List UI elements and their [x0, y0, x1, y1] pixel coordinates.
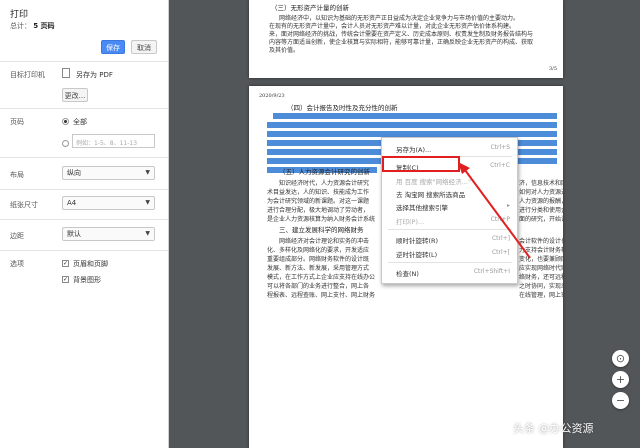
divider [0, 61, 168, 62]
page1-page-number: 3/5 [549, 66, 558, 72]
print-settings-panel: 打印 总计： 5 页码 保存 取消 目标打印机 另存为 PDF 更改... 页码… [0, 0, 169, 448]
margins-select[interactable]: 默认 ▼ [62, 227, 155, 241]
menu-item-label: 检查(N) [396, 270, 419, 278]
save-button[interactable]: 保存 [101, 40, 125, 54]
menu-item-label: 打印(P)... [396, 218, 425, 226]
page2-line: 化、多样化及网络化的要求，开发适应 [267, 247, 370, 254]
layout-value: 纵向 [67, 169, 81, 177]
menu-item-label: 另存为(A)... [396, 146, 432, 154]
chevron-down-icon: ▼ [145, 199, 150, 206]
headers-footers-label: 页眉和页脚 [73, 260, 108, 268]
layout-select[interactable]: 纵向 ▼ [62, 166, 155, 180]
background-graphics-label: 背景图形 [73, 276, 101, 284]
total-label: 总计： [10, 22, 31, 30]
page2-line: 程报表、远程查账、网上支付、网上财务 [267, 292, 376, 299]
page2-line: 重要组成部分。网络财务软件的设计既 [267, 256, 370, 263]
preview-page-1: （三）无形资产计量的创新 网络经济中，以知识为基础的无形资产正日益成为决定企业竞… [249, 0, 563, 78]
change-destination-button[interactable]: 更改... [62, 88, 88, 102]
options-label: 选项 [10, 260, 24, 268]
divider [0, 219, 168, 220]
fit-page-icon[interactable]: ⊙ [612, 350, 629, 367]
page2-line: 是企业人力资源核算为纳入财务会计系统 [267, 216, 376, 223]
zoom-in-icon[interactable]: + [612, 371, 629, 388]
chevron-down-icon: ▼ [145, 169, 150, 176]
paper-size-label: 纸张尺寸 [10, 201, 38, 209]
page2-line: 术目益发达，人的知识、技能成为工作 [267, 189, 370, 196]
pages-range-placeholder: 例如：1-5、8、11-13 [76, 140, 138, 147]
page2-line: 发展、新方法、新发展，采用管理方式 [267, 265, 370, 272]
margins-value: 默认 [67, 230, 81, 238]
page2-line-right: 之时协同，实现动态会计核算、实 [519, 283, 563, 290]
divider [0, 108, 168, 109]
dialog-title: 打印 [10, 10, 29, 20]
page2-line: 网络经济对会计理论和实务的冲击 [279, 238, 370, 245]
menu-item-label: 顺时针旋转(R) [396, 237, 439, 245]
divider [0, 157, 168, 158]
page2-line: 可以将各部门的业务进行整合，网上各 [267, 283, 370, 290]
page2-line-right: 络财务，还可远程调阅和传递数据 [519, 274, 563, 281]
menu-item-save-as[interactable]: 另存为(A)... Ctrl+S [396, 144, 514, 154]
network-finance-heading: 三、建立发展科学的网络财务 [279, 226, 364, 234]
chevron-down-icon: ▼ [145, 230, 150, 237]
destination-label: 目标打印机 [10, 71, 45, 79]
cancel-button[interactable]: 取消 [131, 40, 157, 54]
selected-text-line [267, 122, 557, 128]
page2-heading: （四）会计报告及时性及充分性的创新 [287, 104, 398, 112]
paper-size-select[interactable]: A4 ▼ [62, 196, 155, 210]
page2-header-date: 2020/9/23 [259, 93, 285, 99]
zoom-out-icon[interactable]: − [612, 392, 629, 409]
divider [0, 250, 168, 251]
selected-text-line [273, 113, 557, 119]
pages-all-label: 全部 [73, 118, 87, 126]
total-value: 5 页码 [33, 22, 55, 30]
arrow-annotation-icon [458, 162, 531, 259]
pages-range-input[interactable]: 例如：1-5、8、11-13 [72, 134, 155, 148]
page2-line: 知识经济时代，人力资源会计研究 [279, 180, 370, 187]
page2-line: 进行合理分配，极大地调动了劳动者， [267, 207, 370, 214]
paper-size-value: A4 [67, 199, 77, 207]
margins-label: 边距 [10, 232, 24, 240]
page2-line: 为会计研究领域的新课题。对这一课题 [267, 198, 370, 205]
layout-label: 布局 [10, 171, 24, 179]
headers-footers-checkbox[interactable]: ✓ [62, 260, 69, 267]
watermark: 头条 @办公资源 [513, 422, 594, 435]
background-graphics-checkbox[interactable]: ✓ [62, 276, 69, 283]
destination-value: 另存为 PDF [76, 71, 113, 79]
pages-all-radio[interactable] [62, 118, 69, 125]
page1-line: 及其价值。 [269, 47, 300, 54]
document-icon [62, 68, 70, 78]
page2-line-right: 在线管理，网上审计、网上服务。 [519, 292, 563, 299]
pages-label: 页码 [10, 118, 24, 126]
menu-item-label: 逆时针旋转(L) [396, 251, 438, 259]
page-total: 总计： 5 页码 [10, 21, 55, 31]
pages-custom-radio[interactable] [62, 140, 69, 147]
divider [0, 189, 168, 190]
menu-item-shortcut: Ctrl+S [490, 144, 510, 151]
page2-line: 模式，在工作方式上企业应支持在线办公 [267, 274, 376, 281]
page1-heading: （三）无形资产计量的创新 [271, 4, 349, 12]
hr-accounting-heading: （五）人力资源会计研究的创新 [279, 168, 370, 176]
